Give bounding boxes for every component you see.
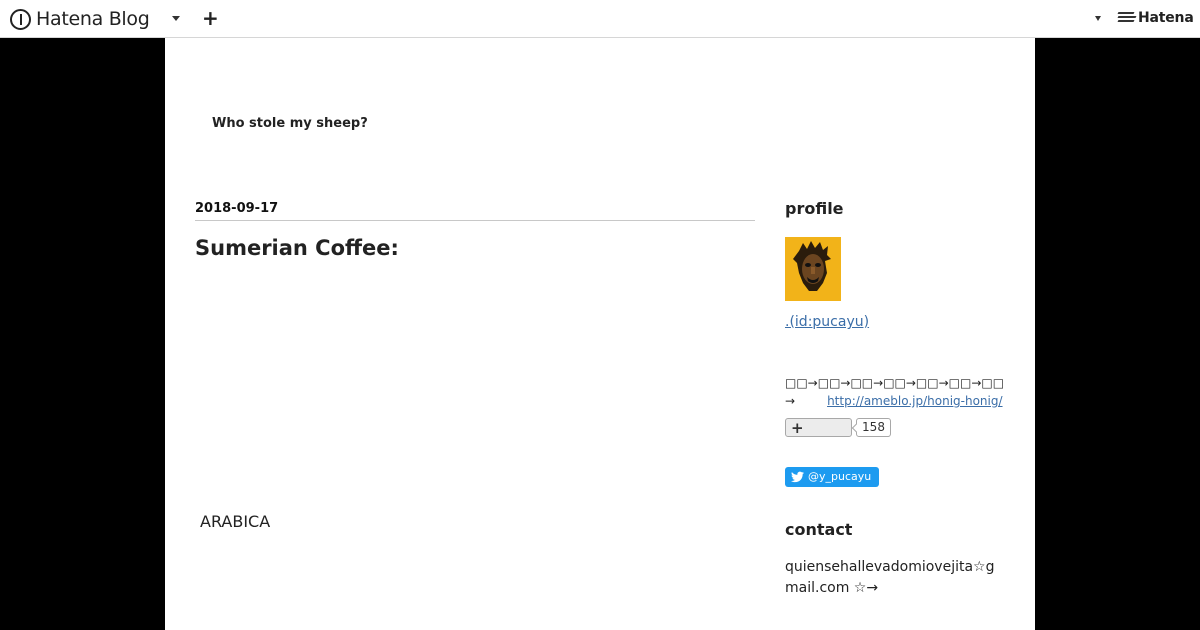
- user-menu-chevron-down-icon[interactable]: [1095, 16, 1101, 21]
- hatena-text: Hatena: [1138, 10, 1194, 26]
- contact-heading: contact: [785, 520, 853, 539]
- blog-container: Who stole my sheep? 2018-09-17 Sumerian …: [165, 38, 1035, 630]
- hatena-mark-icon: [1117, 11, 1137, 25]
- profile-description-line: □□→□□→□□→□□→□□→□□→□□: [785, 376, 1005, 390]
- article-date[interactable]: 2018-09-17: [195, 201, 278, 216]
- article-divider: [195, 220, 755, 221]
- profile-description: □□→□□→□□→□□→□□→□□→□□ → http://ameblo.jp/h…: [785, 374, 1015, 410]
- profile-url-line: → http://ameblo.jp/honig-honig/: [785, 392, 1015, 410]
- add-button[interactable]: +: [202, 6, 219, 30]
- profile-id-link[interactable]: .(id:pucayu): [785, 314, 869, 330]
- twitter-handle: @y_pucayu: [808, 470, 872, 483]
- hatena-blog-logo-icon: [10, 8, 31, 30]
- article-body-text: ARABICA: [200, 512, 271, 531]
- profile-heading: profile: [785, 199, 844, 218]
- global-header: Hatena Blog + Hatena: [0, 0, 1200, 38]
- article-title[interactable]: Sumerian Coffee:: [195, 236, 399, 260]
- follower-count[interactable]: 158: [856, 418, 891, 437]
- follow-button[interactable]: +: [785, 418, 852, 437]
- chevron-down-icon[interactable]: [172, 16, 180, 21]
- twitter-bird-icon: [791, 471, 804, 483]
- arrow-text: →: [785, 394, 796, 408]
- plus-icon: +: [791, 419, 804, 437]
- logo-text: Hatena Blog: [36, 8, 150, 30]
- blog-title[interactable]: Who stole my sheep?: [212, 116, 368, 131]
- hatena-logo[interactable]: Hatena: [1117, 10, 1194, 26]
- avatar-portrait-icon: [785, 237, 841, 301]
- twitter-follow-button[interactable]: @y_pucayu: [785, 467, 879, 487]
- hatena-blog-logo[interactable]: Hatena Blog: [10, 7, 150, 31]
- profile-url-link[interactable]: http://ameblo.jp/honig-honig/: [827, 394, 1002, 408]
- contact-text: quiensehallevadomiovejita☆gmail.com ☆→: [785, 559, 995, 596]
- avatar[interactable]: [785, 237, 841, 301]
